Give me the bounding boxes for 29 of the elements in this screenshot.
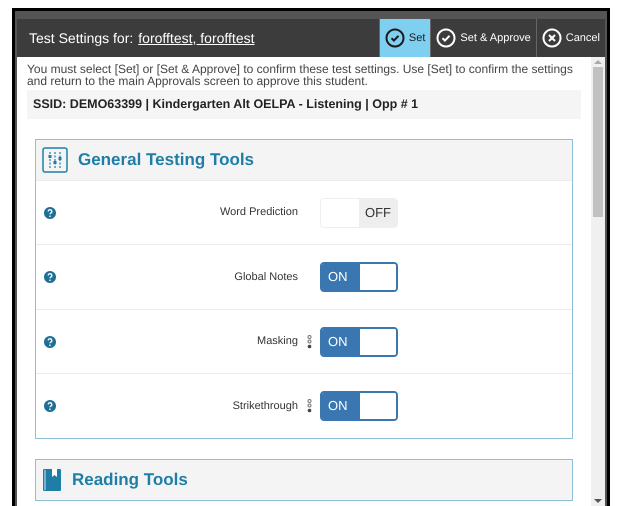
options-icon[interactable] <box>306 399 312 413</box>
setting-label: Strikethrough <box>232 398 298 414</box>
toggle-switch[interactable]: ON <box>320 391 398 421</box>
instructions-text: You must select [Set] or [Set & Approve] to confirm these test settings. Use [Set] to confirm the settings and return to the main Approvals screen to approve this student. <box>27 63 574 87</box>
student-link[interactable]: forofftest, forofftest <box>138 28 254 48</box>
help-icon[interactable] <box>44 336 56 348</box>
check-circle-icon <box>384 28 405 48</box>
setting-label: Word Prediction <box>220 205 298 220</box>
close-icon <box>542 28 562 48</box>
options-icon[interactable] <box>306 334 312 348</box>
book-icon <box>42 468 62 492</box>
test-info-bar: SSID: DEMO63399 | Kindergarten Alt OELPA - Listening | Opp # 1 <box>27 90 581 119</box>
setting-label: Masking <box>257 334 298 350</box>
panel-title: General Testing Tools <box>78 149 254 171</box>
help-icon[interactable] <box>44 400 56 412</box>
action-button[interactable]: Set <box>378 19 430 57</box>
window-title: Test Settings for: <box>29 28 134 48</box>
help-icon[interactable] <box>44 271 56 283</box>
toggle-switch[interactable]: OFF <box>320 198 398 228</box>
help-icon[interactable] <box>44 206 56 218</box>
toggle-switch[interactable]: ON <box>320 262 398 292</box>
check-circle-icon <box>436 28 456 48</box>
scroll-down-icon[interactable] <box>594 498 602 504</box>
setting-label: Global Notes <box>234 270 298 285</box>
panel-title: Reading Tools <box>72 469 188 491</box>
toggle-switch[interactable]: ON <box>320 326 398 356</box>
scroll-thumb[interactable] <box>593 67 603 217</box>
scrollbar[interactable] <box>591 57 605 506</box>
sliders-icon <box>42 146 68 173</box>
